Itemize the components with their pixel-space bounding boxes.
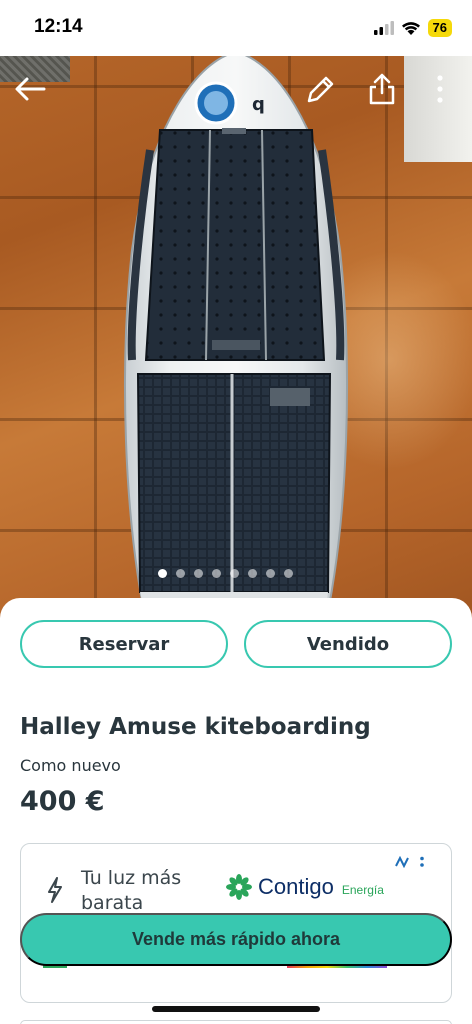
svg-text:q: q [252,94,265,115]
pagination-dot[interactable] [176,569,185,578]
pagination-dot[interactable] [158,569,167,578]
pagination-dot[interactable] [230,569,239,578]
listing-details-sheet: Reservar Vendido Halley Amuse kiteboardi… [0,598,472,1024]
status-bar: 12:14 76 [0,0,472,56]
sold-button[interactable]: Vendido [244,620,452,668]
pagination-dot[interactable] [194,569,203,578]
image-pagination[interactable] [158,569,293,578]
battery-icon: 76 [427,19,452,37]
more-vertical-icon[interactable] [434,74,446,104]
status-time: 12:14 [34,16,83,37]
lightning-icon [48,877,62,903]
pagination-dot[interactable] [212,569,221,578]
home-indicator[interactable] [152,1006,320,1012]
back-arrow-icon[interactable] [14,76,46,102]
sell-faster-button[interactable]: Vende más rápido ahora [20,913,452,966]
edit-pencil-icon[interactable] [304,74,336,106]
ad-brand-name: Contigo [258,874,334,899]
product-photo[interactable]: q [0,0,472,640]
ad-choices-icon[interactable] [395,856,413,868]
surfboard-image: q [124,50,348,640]
ad-brand-sub: Energía [341,883,384,897]
share-icon[interactable] [366,72,398,106]
status-icons: 76 [373,19,452,37]
signal-icon [373,21,394,35]
listing-price: 400 € [20,786,105,817]
pagination-dot[interactable] [266,569,275,578]
listing-condition: Como nuevo [20,756,121,775]
ad-text: Tu luz más barata [81,867,182,914]
wifi-icon [401,21,420,35]
reserve-button[interactable]: Reservar [20,620,228,668]
listing-title: Halley Amuse kiteboarding [20,714,371,740]
flower-logo-icon [226,874,252,900]
pagination-dot[interactable] [248,569,257,578]
next-section-card [20,1020,452,1024]
ad-brand-logo: Contigo Energía [226,874,384,900]
pagination-dot[interactable] [284,569,293,578]
ad-options-icon[interactable] [419,856,425,868]
